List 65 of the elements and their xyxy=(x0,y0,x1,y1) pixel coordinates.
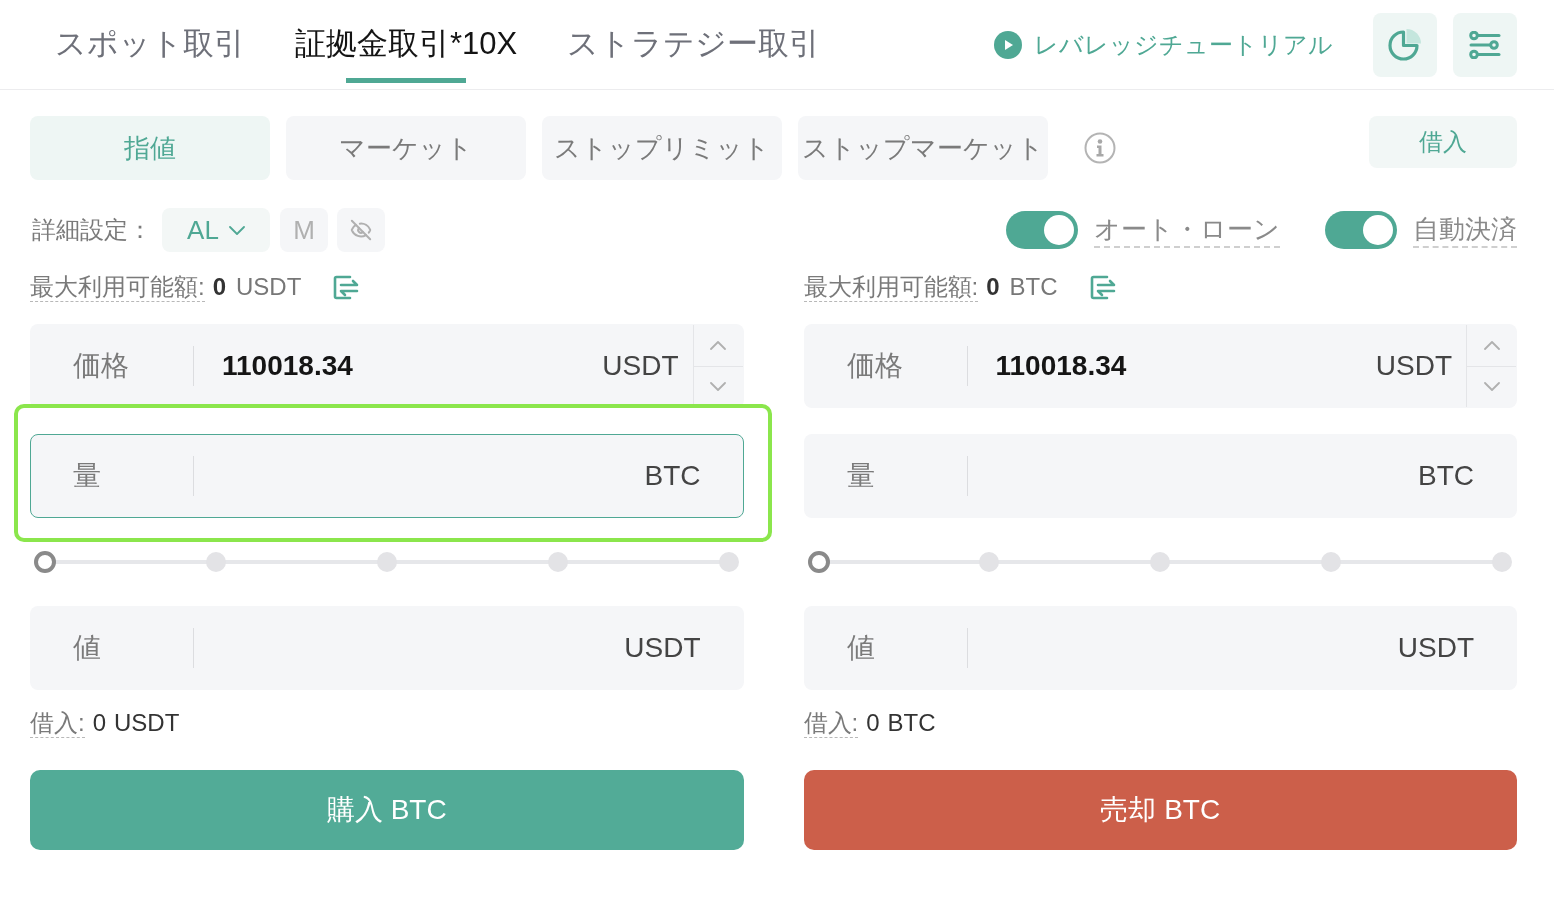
borrowed-label: 借入: xyxy=(803,708,859,738)
toggle-switch[interactable] xyxy=(1325,211,1397,249)
chevron-down-icon xyxy=(1483,382,1500,392)
field-label: 量 xyxy=(846,460,875,491)
borrowed-unit: BTC xyxy=(887,708,936,738)
pie-chart-icon xyxy=(1388,27,1422,62)
borrowed-label: 借入: xyxy=(30,708,85,738)
borrow-button[interactable]: 借入 xyxy=(1369,116,1517,168)
order-type-tab[interactable]: ストップリミット xyxy=(542,116,782,180)
chevron-down-icon xyxy=(228,225,245,235)
advanced-settings-label: 詳細設定： xyxy=(32,215,152,245)
info-icon[interactable] xyxy=(1084,132,1116,164)
eye-off-icon xyxy=(350,219,372,241)
borrowed-unit: USDT xyxy=(114,708,180,738)
chevron-up-icon xyxy=(1483,340,1500,350)
order-type-tab[interactable]: 指値 xyxy=(30,116,270,180)
mode-dropdown[interactable]: AL xyxy=(162,208,270,252)
trade-tab[interactable]: スポット取引 xyxy=(55,0,245,89)
chevron-down-icon xyxy=(710,382,726,392)
toggle-label: オート・ローン xyxy=(1094,212,1280,248)
total-field[interactable]: 値 USDT xyxy=(803,606,1517,690)
sliders-icon xyxy=(1469,30,1501,59)
field-label: 量 xyxy=(73,460,101,491)
field-label: 値 xyxy=(846,632,875,663)
unit-label: USDT xyxy=(1375,349,1452,383)
tutorial-link[interactable]: レバレッジチュートリアル xyxy=(994,26,1333,63)
unit-label: USDT xyxy=(1397,631,1474,665)
chart-button[interactable] xyxy=(1373,12,1437,77)
chevron-up-icon xyxy=(710,340,726,350)
borrowed-amount: 0 xyxy=(866,708,880,738)
toggle-label: 自動決済 xyxy=(1413,212,1517,248)
available-label: 最大利用可能額: xyxy=(803,272,979,302)
available-amount: 0 xyxy=(986,272,1000,302)
trade-tab[interactable]: ストラテジー取引 xyxy=(567,0,821,89)
toggle-switch[interactable] xyxy=(1006,211,1078,249)
order-type-tab[interactable]: マーケット xyxy=(286,116,526,180)
available-unit: BTC xyxy=(1009,272,1058,302)
transfer-icon[interactable] xyxy=(1089,274,1117,300)
play-icon xyxy=(994,30,1022,59)
slider-thumb[interactable] xyxy=(34,551,56,573)
transfer-icon[interactable] xyxy=(333,274,361,300)
field-label: 価格 xyxy=(846,350,903,381)
price-field[interactable]: 価格 110018.34 USDT xyxy=(803,324,1517,408)
unit-label: BTC xyxy=(1418,459,1474,493)
slider-thumb[interactable] xyxy=(807,551,830,573)
submit-button[interactable]: 売却 BTC xyxy=(803,770,1517,850)
submit-button[interactable]: 購入 BTC xyxy=(30,770,744,850)
hide-button[interactable] xyxy=(337,208,385,252)
input-field[interactable]: 110018.34 xyxy=(222,346,603,386)
input-field[interactable]: 110018.34 xyxy=(995,346,1376,386)
available-amount: 0 xyxy=(212,272,227,302)
total-field[interactable]: 値 USDT xyxy=(30,606,744,690)
amount-field[interactable]: 量 BTC xyxy=(30,434,744,518)
amount-field[interactable]: 量 BTC xyxy=(803,434,1517,518)
unit-label: BTC xyxy=(644,459,701,493)
field-label: 値 xyxy=(73,632,101,663)
trade-tab[interactable]: 証拠金取引*10X xyxy=(295,0,518,89)
available-label: 最大利用可能額: xyxy=(30,272,205,302)
borrowed-amount: 0 xyxy=(92,708,107,738)
order-type-tab[interactable]: ストップマーケット xyxy=(798,116,1048,180)
available-unit: USDT xyxy=(236,272,302,302)
unit-label: USDT xyxy=(624,631,701,665)
unit-label: USDT xyxy=(602,349,679,383)
field-label: 価格 xyxy=(73,350,129,381)
settings-button[interactable] xyxy=(1453,12,1517,77)
